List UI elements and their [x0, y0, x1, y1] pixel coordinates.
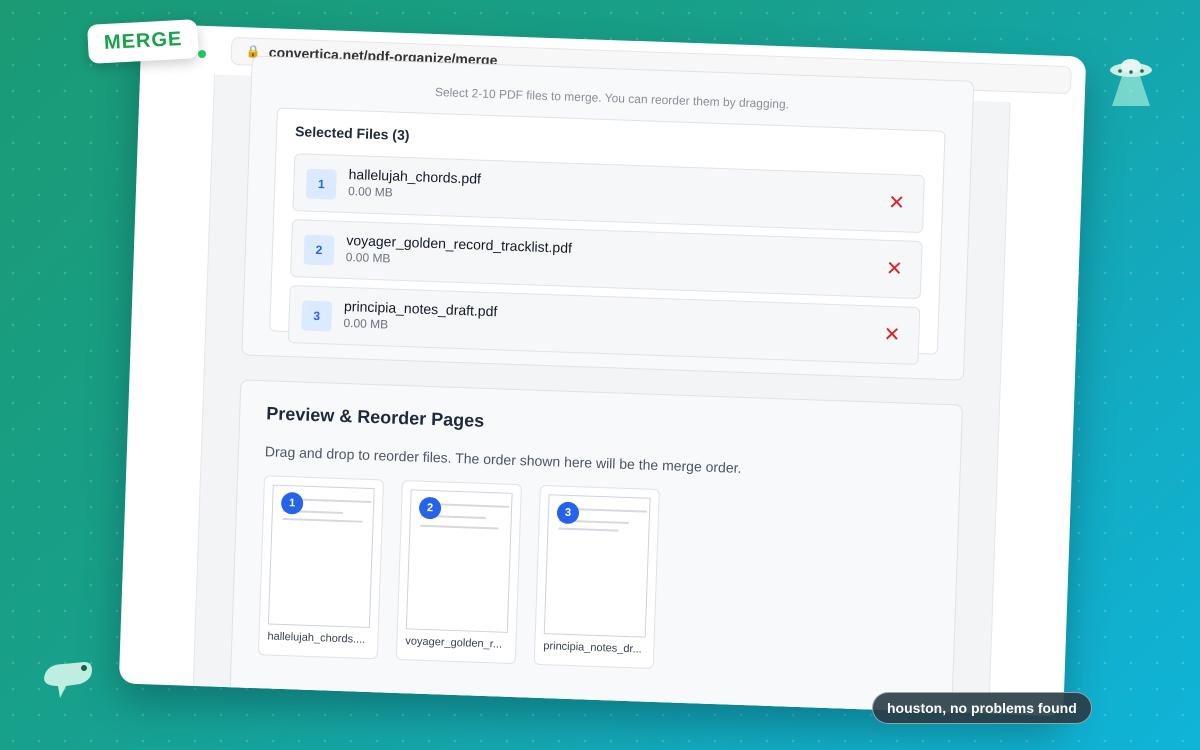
- thumbnail-page: 3: [543, 494, 651, 638]
- file-number: 2: [303, 234, 335, 266]
- file-row[interactable]: 2 voyager_golden_record_tracklist.pdf 0.…: [290, 219, 923, 300]
- preview-description: Drag and drop to reorder files. The orde…: [264, 443, 742, 476]
- close-icon[interactable]: ✕: [888, 192, 906, 215]
- preview-title: Preview & Reorder Pages: [265, 403, 485, 431]
- thumbnail-line: [420, 524, 499, 530]
- file-size: 0.00 MB: [345, 249, 391, 266]
- file-number: 3: [301, 300, 333, 332]
- thumbnail-line: [577, 508, 648, 513]
- status-toast: houston, no problems found: [872, 692, 1092, 724]
- thumbnail-line: [558, 527, 619, 532]
- thumbnail-line: [439, 503, 510, 508]
- thumbnail-line: [301, 498, 372, 504]
- preview-card: Preview & Reorder Pages Drag and drop to…: [229, 379, 964, 717]
- thumbnail-page: 1: [267, 484, 375, 629]
- file-name: hallelujah_chords.pdf: [348, 166, 482, 187]
- thumbnail-line: [282, 517, 363, 523]
- file-row[interactable]: 3 principia_notes_draft.pdf 0.00 MB ✕: [287, 285, 921, 366]
- thumbnail-label: voyager_golden_r...: [405, 635, 503, 651]
- file-size: 0.00 MB: [347, 184, 394, 200]
- thumbnail-label: principia_notes_dr...: [543, 640, 642, 656]
- creature-icon: [44, 662, 92, 698]
- file-row[interactable]: 1 hallelujah_chords.pdf 0.00 MB ✕: [292, 153, 925, 234]
- selected-files-title: Selected Files (3): [294, 123, 410, 144]
- page-thumbnail[interactable]: 3 principia_notes_dr...: [533, 484, 660, 669]
- browser-window: 🔒 convertica.net/pdf-organize/merge Sele…: [118, 23, 1087, 717]
- file-size: 0.00 MB: [343, 315, 389, 332]
- upload-card: Select 2-10 PDF files to merge. You can …: [241, 55, 975, 381]
- merge-tag: MERGE: [87, 19, 200, 64]
- selected-files-panel: Selected Files (3) 1 hallelujah_chords.p…: [269, 107, 946, 366]
- thumbnail-label: hallelujah_chords....: [267, 630, 366, 646]
- page-content: Select 2-10 PDF files to merge. You can …: [192, 55, 1011, 717]
- file-number: 1: [305, 168, 337, 200]
- page-thumbnail[interactable]: 1 hallelujah_chords....: [257, 475, 385, 660]
- status-dot: [198, 50, 206, 58]
- ufo-icon: [1110, 59, 1152, 106]
- thumbnail-page: 2: [405, 489, 513, 633]
- page-thumbnail[interactable]: 2 voyager_golden_r...: [395, 480, 522, 665]
- close-icon[interactable]: ✕: [886, 258, 904, 281]
- close-icon[interactable]: ✕: [883, 324, 901, 347]
